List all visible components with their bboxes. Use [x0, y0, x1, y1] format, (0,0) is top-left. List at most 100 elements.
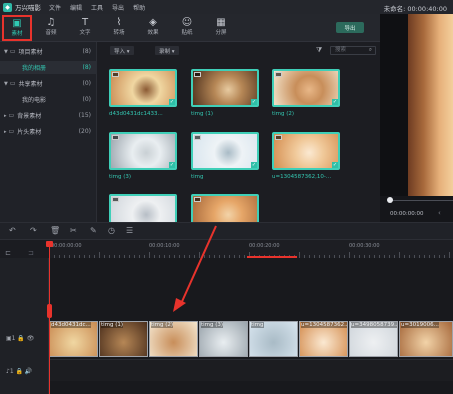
timeline-clip[interactable]: d43d0431dc...: [49, 321, 98, 357]
media-thumbnail[interactable]: ✓: [191, 132, 259, 170]
timeline-clip[interactable]: timg: [249, 321, 298, 357]
thumbnail-image: [111, 134, 175, 168]
added-check-icon: ✓: [251, 162, 257, 168]
tab-text-label: 文字: [79, 30, 91, 36]
timeline-clip[interactable]: u=3498058739...: [349, 321, 398, 357]
media-thumbnail[interactable]: ✓: [272, 132, 340, 170]
audio-track[interactable]: [49, 359, 453, 381]
sidebar-item-label: 背景素材: [17, 113, 42, 120]
import-dropdown[interactable]: 导入 ▾: [110, 46, 134, 55]
timeline-ruler[interactable]: 00:00:00:00 00:00:10:00 00:00:20:00 00:0…: [49, 240, 453, 258]
image-type-icon: [194, 135, 201, 140]
folder-icon: ▭: [8, 128, 15, 135]
search-placeholder: 搜索: [335, 47, 347, 53]
previous-frame-icon[interactable]: ‹: [438, 209, 441, 217]
tab-text[interactable]: T 文字: [70, 16, 100, 40]
clip-label: timg (1): [101, 322, 124, 328]
track-headers: ▣1 🔒 👁 ♪1 🔒 🔊: [0, 258, 49, 394]
filter-icon[interactable]: ⧩: [316, 46, 322, 55]
menu-item-file[interactable]: 文件: [49, 3, 61, 12]
tab-split-screen-label: 分屏: [215, 30, 227, 36]
tab-audio-label: 音频: [45, 30, 57, 36]
caret-right-icon: ▸: [4, 128, 7, 135]
media-caption: timg (3): [109, 174, 132, 180]
cut-icon[interactable]: ✂: [70, 226, 77, 235]
menu-item-edit[interactable]: 编辑: [70, 3, 82, 12]
redo-icon[interactable]: ↷: [30, 226, 37, 235]
media-thumbnail[interactable]: ✓: [109, 69, 177, 107]
tab-split-screen[interactable]: ▦ 分屏: [206, 16, 236, 40]
media-thumbnail[interactable]: ✓: [109, 132, 177, 170]
playhead-cap[interactable]: [46, 241, 53, 247]
media-thumbnail[interactable]: ✓: [191, 69, 259, 107]
playhead[interactable]: [49, 243, 50, 394]
timeline-clip[interactable]: timg (2): [149, 321, 198, 357]
clip-label: timg: [251, 322, 264, 328]
sidebar-item-my-movies[interactable]: 我的电影 (0): [0, 93, 97, 106]
added-check-icon: ✓: [169, 99, 175, 105]
thumbnail-image: [111, 71, 175, 105]
sidebar-item-backgrounds[interactable]: ▸ ▭ 背景素材 (15): [0, 109, 97, 122]
new-folder-icon[interactable]: ⊏: [5, 249, 11, 257]
clip-label: u=3498058739...: [351, 322, 398, 328]
main-toolbar: ▣ 素材 ♫ 音频 T 文字 ⌇ 转场 ◈ 效果 ☺ 贴纸 ▦ 分屏: [0, 14, 380, 42]
scrubber-handle[interactable]: [387, 197, 393, 203]
sidebar-item-project-media[interactable]: ▼ ▭ 项目素材 (8): [0, 45, 97, 58]
preview-scrubber[interactable]: [390, 200, 453, 201]
preview-letterbox: [380, 14, 408, 196]
sidebar-item-count: (20): [78, 128, 91, 135]
sidebar-item-shared-media[interactable]: ▼ ▭ 共享素材 (0): [0, 77, 97, 90]
timeline-clip[interactable]: u=1304587362...: [299, 321, 348, 357]
timeline-clip[interactable]: u=3019006...: [399, 321, 453, 357]
text-icon: T: [81, 17, 89, 28]
media-panel: 导入 ▾ 录制 ▾ ⧩ 搜索 ⌕ ✓ d43d0431dc1433... ✓ timg…: [97, 42, 380, 232]
sidebar-item-label: 项目素材: [18, 49, 43, 56]
image-type-icon: [112, 135, 119, 140]
record-label: 录制: [159, 49, 171, 55]
app-logo-icon: ◆: [3, 2, 12, 12]
clip-label: timg (3): [201, 322, 224, 328]
undo-icon[interactable]: ↶: [9, 226, 16, 235]
sidebar-item-count: (8): [82, 48, 92, 55]
timeline-clip[interactable]: timg (1): [99, 321, 148, 357]
added-check-icon: ✓: [332, 99, 338, 105]
media-thumbnail[interactable]: ✓: [272, 69, 340, 107]
tab-stickers[interactable]: ☺ 贴纸: [172, 16, 202, 40]
menu-item-export[interactable]: 导出: [112, 3, 124, 12]
menu-item-help[interactable]: 帮助: [133, 3, 145, 12]
sidebar-item-count: (15): [78, 112, 91, 119]
media-library-sidebar: ▼ ▭ 项目素材 (8) 我的相册 (8) ▼ ▭ 共享素材 (0) 我的电影 …: [0, 42, 97, 257]
record-dropdown[interactable]: 录制 ▾: [155, 46, 179, 55]
effects-icon: ◈: [149, 17, 157, 28]
tab-transition[interactable]: ⌇ 转场: [104, 16, 134, 40]
playhead-handle[interactable]: [47, 304, 52, 318]
project-time: 未命名: 00:00:40:00: [383, 5, 447, 13]
edit-icon[interactable]: ✎: [90, 226, 97, 235]
timeline-clip[interactable]: timg (3): [199, 321, 248, 357]
sidebar-item-intros[interactable]: ▸ ▭ 片头素材 (20): [0, 125, 97, 138]
tab-audio[interactable]: ♫ 音频: [36, 16, 66, 40]
sidebar-item-count: (0): [82, 96, 92, 103]
delete-icon[interactable]: 🗑: [50, 226, 60, 235]
speed-icon[interactable]: ◷: [108, 226, 115, 235]
sidebar-item-count: (0): [82, 80, 92, 87]
menu-item-tools[interactable]: 工具: [91, 3, 103, 12]
ruler-label: 00:00:30:00: [349, 243, 380, 249]
video-track-header[interactable]: ▣1 🔒 👁: [6, 335, 34, 342]
added-check-icon: ✓: [332, 162, 338, 168]
clip-label: timg (2): [151, 322, 174, 328]
folder-icon: ▭: [8, 112, 15, 119]
tab-effects[interactable]: ◈ 效果: [138, 16, 168, 40]
audio-track-header[interactable]: ♪1 🔒 🔊: [6, 368, 32, 375]
search-input[interactable]: 搜索 ⌕: [330, 46, 376, 55]
thumbnail-image: [193, 134, 257, 168]
adjust-icon[interactable]: ☰: [126, 226, 133, 235]
timeline-toolbar: ↶ ↷ 🗑 ✂ ✎ ◷ ☰: [0, 222, 453, 240]
sidebar-item-my-album[interactable]: 我的相册 (8): [0, 61, 97, 74]
thumbnail-image: [274, 134, 338, 168]
preview-panel: 00:00:00:00 ‹: [380, 14, 453, 222]
tab-media[interactable]: ▣ 素材: [2, 15, 32, 41]
sidebar-item-count: (8): [82, 64, 92, 71]
export-button[interactable]: 导出: [336, 22, 364, 33]
tab-effects-label: 效果: [147, 30, 159, 36]
